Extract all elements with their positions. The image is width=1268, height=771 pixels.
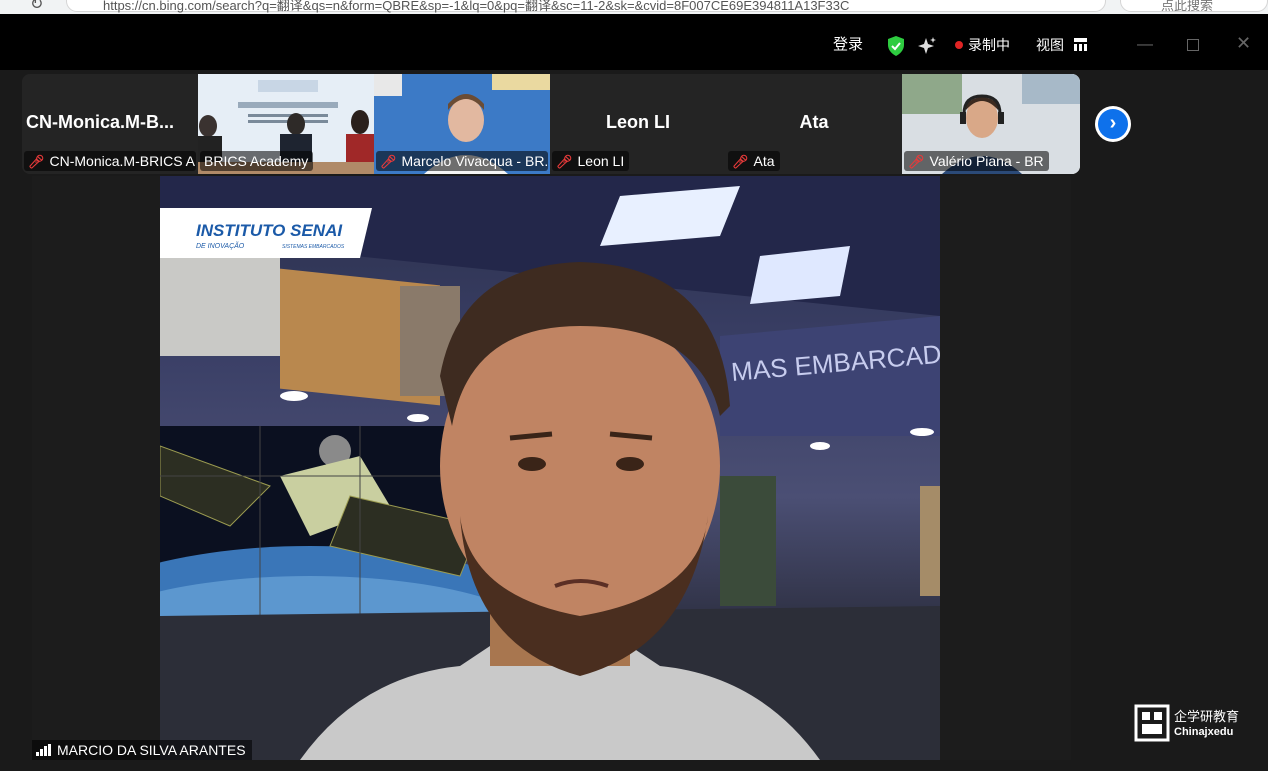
shield-check-icon[interactable] [887, 36, 905, 56]
participant-label: 🎤︎ Marcelo Vivacqua - BR... [376, 151, 548, 171]
active-speaker-name-tag: MARCIO DA SILVA ARANTES [32, 740, 252, 760]
next-page-button[interactable]: › [1095, 106, 1131, 142]
watermark-logo: 企学研教育 Chinajxedu [1134, 704, 1244, 744]
grid-view-icon[interactable] [1074, 38, 1087, 51]
participant-name: Ata [753, 153, 775, 169]
view-button[interactable]: 视图 [1036, 14, 1064, 70]
maximize-button[interactable] [1187, 39, 1199, 51]
browser-search-box[interactable]: 点此搜索 [1120, 0, 1268, 13]
mic-muted-icon: 🎤︎ [732, 154, 749, 169]
participant-display-name: Leon LI [606, 112, 670, 132]
participant-name: Valério Piana - BR [929, 153, 1044, 169]
participant-label: 🎤︎ Valério Piana - BR [904, 151, 1049, 171]
participant-name: Marcelo Vivacqua - BR... [401, 153, 548, 169]
participant-tile[interactable]: 🎤︎ Valério Piana - BR [902, 74, 1080, 174]
recording-indicator[interactable]: 录制中 [955, 14, 1010, 70]
active-speaker-video[interactable]: INSTITUTO SENAI DE INOVAÇÃO SISTEMAS EMB… [32, 176, 1071, 760]
participant-label: 🎤︎ CN-Monica.M-BRICS A... [24, 151, 196, 171]
mic-muted-icon: 🎤︎ [380, 154, 397, 169]
mic-muted-icon: 🎤︎ [556, 154, 573, 169]
participant-tile[interactable]: 🎤︎ Marcelo Vivacqua - BR... [374, 74, 550, 174]
participant-label: BRICS Academy [200, 151, 314, 171]
participant-label: 🎤︎ Leon LI [552, 151, 630, 171]
participant-display-name: CN-Monica.M-B... [26, 112, 174, 132]
watermark-logo-icon [1134, 704, 1170, 742]
address-bar-text: https://cn.bing.com/search?q=翻译&qs=n&for… [103, 0, 850, 13]
participant-tile[interactable]: BRICS Academy [198, 74, 374, 174]
senai-brand-text: INSTITUTO SENAI [196, 221, 343, 240]
participant-strip: CN-Monica.M-B... 🎤︎ CN-Monica.M-BRICS A..… [22, 74, 1080, 174]
active-speaker-name: MARCIO DA SILVA ARANTES [57, 742, 246, 758]
chevron-right-icon: › [1098, 109, 1128, 139]
mic-muted-icon: 🎤︎ [908, 154, 925, 169]
signal-strength-icon [36, 744, 51, 756]
recording-label: 录制中 [968, 37, 1010, 53]
participant-name: CN-Monica.M-BRICS A... [49, 153, 196, 169]
login-button[interactable]: 登录 [833, 14, 863, 70]
participant-display-name: Ata [799, 112, 829, 132]
senai-sub2-text: SISTEMAS EMBARCADOS [282, 244, 345, 250]
address-bar[interactable]: https://cn.bing.com/search?q=翻译&qs=n&for… [66, 0, 1106, 13]
ai-companion-icon[interactable] [917, 36, 937, 56]
participant-name: BRICS Academy [204, 153, 309, 169]
participant-name: Leon LI [577, 153, 625, 169]
speaker-scene-graphic: INSTITUTO SENAI DE INOVAÇÃO SISTEMAS EMB… [160, 176, 940, 760]
participant-tile[interactable]: Leon LI 🎤︎ Leon LI [550, 74, 726, 174]
mic-muted-icon: 🎤︎ [28, 154, 45, 169]
meeting-titlebar: 登录 录制中 视图 — ✕ [0, 14, 1268, 70]
browser-toolbar: ↻ https://cn.bing.com/search?q=翻译&qs=n&f… [0, 0, 1268, 14]
speaker-virtual-background: INSTITUTO SENAI DE INOVAÇÃO SISTEMAS EMB… [160, 176, 940, 760]
participant-tile[interactable]: CN-Monica.M-B... 🎤︎ CN-Monica.M-BRICS A..… [22, 74, 198, 174]
minimize-button[interactable]: — [1137, 37, 1153, 53]
watermark-en-text: Chinajxedu [1174, 726, 1234, 738]
participant-label: 🎤︎ Ata [728, 151, 780, 171]
watermark-cn-text: 企学研教育 [1174, 710, 1240, 725]
recording-dot-icon [955, 41, 963, 49]
close-button[interactable]: ✕ [1236, 34, 1251, 52]
reload-icon[interactable]: ↻ [30, 0, 43, 14]
senai-sub-text: DE INOVAÇÃO [196, 241, 245, 250]
participant-tile[interactable]: Ata 🎤︎ Ata [726, 74, 902, 174]
